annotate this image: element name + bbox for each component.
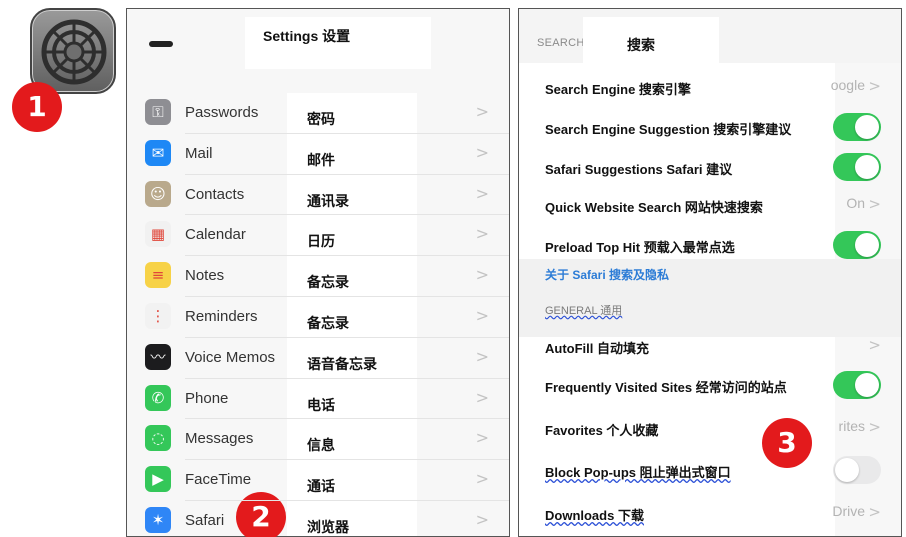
safari-search-panel: SEARCH 搜索 Search Engine 搜索引擎 oogle > Search… [518,8,902,537]
sidebar-item-label: Passwords [185,104,259,121]
sidebar-item-translation: 备忘录 [307,314,349,331]
toggle-switch[interactable] [833,231,881,259]
sidebar-item-reminders[interactable]: ⋮ Reminders 备忘录 > [127,297,509,338]
setting-label: Search Engine Suggestion 搜索引擎建议 [545,122,792,137]
sidebar-item-label: Messages [185,430,254,448]
setting-label: Quick Website Search 网站快速搜索 [545,200,763,215]
chevron-right-icon: > [475,346,489,366]
status-bar-stub [149,41,173,47]
sidebar-item-translation: 日历 [307,233,335,250]
gear-icon [41,19,107,85]
calendar-icon: ▦ [145,221,171,248]
mail-icon: ✉ [145,139,171,166]
sidebar-item-phone[interactable]: ✆ Phone 电话 > [127,379,509,420]
step-badge-3: 3 [762,418,812,468]
chevron-right-icon[interactable]: > [868,336,881,354]
chevron-right-icon: > [868,503,881,521]
page-title: Settings 设置 [263,28,351,44]
tab-search-active: 搜索 [583,17,719,69]
chevron-right-icon: > [475,142,489,162]
sidebar-item-translation: 信息 [307,437,335,454]
sidebar-item-label: Voice Memos [185,348,276,366]
chevron-right-icon: > [475,102,489,121]
tab-search-back[interactable]: SEARCH [537,37,585,49]
settings-list: ⚿ Passwords 密码 > ✉ Mail 邮件 > ☺ Contacts 通讯录 > ▦ Calen… [127,93,509,536]
sidebar-item-label: Safari [185,511,225,529]
toggle-switch[interactable] [833,456,881,484]
sidebar-item-notes[interactable]: ≡ Notes 备忘录 > [127,256,509,297]
key-icon: ⚿ [145,99,171,125]
sidebar-item-translation: 通话 [307,478,335,495]
chevron-right-icon: > [475,305,489,325]
section-header-general: GENERAL 通用 [545,305,623,317]
contacts-icon: ☺ [145,180,171,207]
chevron-right-icon: > [475,469,489,489]
sidebar-item-label: Contacts [185,185,245,203]
chevron-right-icon: > [475,183,489,203]
sidebar-item-translation: 密码 [307,111,335,127]
sidebar-item-safari[interactable]: ✶ Safari 浏览器 > [127,501,509,536]
setting-value[interactable]: oogle [831,77,865,93]
facetime-icon: ▶ [145,466,171,493]
toggle-knob [835,458,859,482]
settings-panel: Settings 设置 ⚿ Passwords 密码 > ✉ Mail 邮件 > ☺ Contac… [126,8,510,537]
chevron-right-icon: > [475,387,489,407]
toggle-knob [855,115,879,139]
toggle-knob [855,233,879,257]
toggle-knob [855,155,879,179]
setting-label: Frequently Visited Sites 经常访问的站点 [545,380,787,395]
sidebar-item-facetime[interactable]: ▶ FaceTime 通话 > [127,460,509,501]
setting-label: Downloads 下载 [545,508,644,523]
setting-value[interactable]: On [846,195,865,211]
reminders-icon: ⋮ [145,302,171,329]
sidebar-item-translation: 浏览器 [307,518,349,535]
settings-app-icon[interactable] [30,8,116,94]
toggle-switch[interactable] [833,153,881,181]
toggle-switch[interactable] [833,113,881,141]
chevron-right-icon: > [868,418,881,436]
setting-label: AutoFill 自动填充 [545,341,649,356]
sidebar-item-label: Mail [185,144,213,162]
setting-label: Block Pop-ups 阻止弹出式窗口 [545,465,731,480]
messages-icon: ◌ [145,425,171,452]
phone-icon: ✆ [145,384,171,411]
chevron-right-icon: > [475,265,489,285]
chevron-right-icon: > [475,428,489,448]
sidebar-item-translation: 邮件 [307,151,335,168]
sidebar-item-contacts[interactable]: ☺ Contacts 通讯录 > [127,175,509,216]
safari-icon: ✶ [145,506,171,533]
setting-label: Safari Suggestions Safari 建议 [545,162,733,177]
setting-value[interactable]: Drive [832,503,865,519]
toggle-switch[interactable] [833,371,881,399]
chevron-right-icon: > [475,224,489,244]
sidebar-item-voice-memos[interactable]: 〰 Voice Memos 语音备忘录 > [127,338,509,379]
step-badge-1: 1 [12,82,62,132]
chevron-right-icon: > [868,195,881,213]
sidebar-item-label: FaceTime [185,471,252,489]
tab-title: 搜索 [627,37,655,53]
sidebar-item-translation: 语音备忘录 [307,355,377,372]
voice-memos-icon: 〰 [145,343,171,370]
chevron-right-icon: > [475,509,489,529]
toggle-knob [855,373,879,397]
setting-value[interactable]: rites [839,418,865,434]
sidebar-item-label: Reminders [185,307,258,325]
screenshot-root: 1 Settings 设置 ⚿ Passwords 密码 > ✉ Mail 邮件 > ☺ Cont… [0,0,906,537]
sidebar-item-translation: 备忘录 [307,274,349,291]
about-safari-search-privacy-link[interactable]: 关于 Safari 搜索及隐私 [545,266,669,283]
sidebar-item-label: Notes [185,267,225,285]
sidebar-item-translation: 电话 [307,396,335,413]
setting-label: Preload Top Hit 预载入最常点选 [545,240,735,255]
chevron-right-icon: > [868,77,881,95]
sidebar-item-mail[interactable]: ✉ Mail 邮件 > [127,134,509,175]
sidebar-item-translation: 通讯录 [307,192,349,209]
sidebar-item-messages[interactable]: ◌ Messages 信息 > [127,419,509,461]
sidebar-item-label: Calendar [185,226,246,244]
setting-label: Favorites 个人收藏 [545,423,659,438]
notes-icon: ≡ [145,262,171,289]
sidebar-item-label: Phone [185,389,229,407]
sidebar-item-passwords[interactable]: ⚿ Passwords 密码 > [127,93,509,134]
sidebar-item-calendar[interactable]: ▦ Calendar 日历 > [127,215,509,257]
setting-label: Search Engine 搜索引擎 [545,82,691,97]
